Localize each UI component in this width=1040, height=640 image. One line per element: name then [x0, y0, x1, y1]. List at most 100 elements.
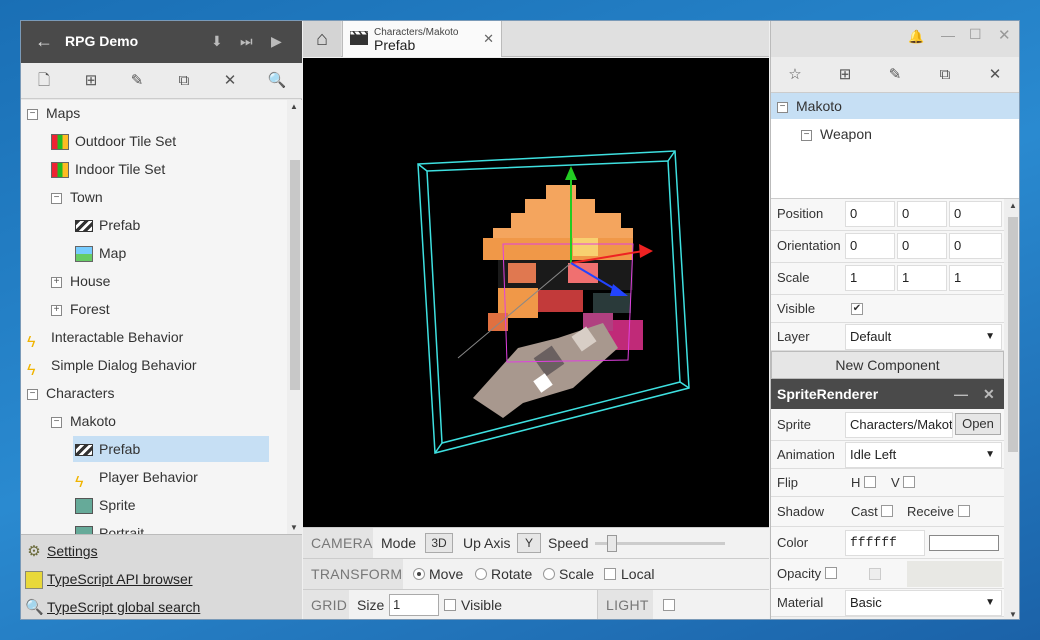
search-icon[interactable]: 🔍 — [267, 71, 287, 91]
speed-slider[interactable] — [595, 535, 725, 552]
camera-mode-button[interactable]: 3D — [425, 533, 453, 553]
rotate-radio[interactable]: Rotate — [475, 559, 532, 589]
tree-item[interactable]: − Town — [49, 184, 269, 210]
play-icon[interactable]: ▶ — [271, 33, 282, 50]
material-select[interactable]: Basic ▼ — [845, 590, 1002, 616]
collapse-icon[interactable]: − — [801, 129, 812, 141]
tree-item[interactable]: Portrait — [73, 520, 269, 534]
close-window-icon[interactable]: ✕ — [998, 26, 1011, 44]
flip-h-box[interactable] — [864, 476, 877, 488]
duplicate-icon[interactable]: ⧉ — [174, 71, 194, 91]
tree-item[interactable]: Indoor Tile Set — [49, 156, 269, 182]
orientation-x-input[interactable]: 0 — [845, 233, 895, 259]
tree-item[interactable]: ϟ Interactable Behavior — [25, 324, 269, 351]
new-folder-icon[interactable]: ⊞ — [81, 71, 101, 91]
tree-item[interactable]: ϟ Player Behavior — [73, 464, 269, 491]
animation-select[interactable]: Idle Left ▼ — [845, 442, 1002, 468]
tree-item[interactable]: Outdoor Tile Set — [49, 128, 269, 154]
scrollbar-thumb[interactable] — [1008, 217, 1018, 452]
grid-visible-box[interactable] — [444, 599, 456, 611]
tree-item[interactable]: + Forest — [49, 296, 269, 322]
scale-radio[interactable]: Scale — [543, 559, 594, 589]
open-sprite-button[interactable]: Open — [955, 413, 1001, 435]
scene-viewport[interactable] — [303, 58, 769, 527]
tree-item[interactable]: + House — [49, 268, 269, 294]
tree-item[interactable]: ϟ Simple Dialog Behavior — [25, 352, 269, 379]
expand-icon[interactable]: + — [51, 304, 62, 316]
asset-tree-scrollbar[interactable]: ▲ ▼ — [287, 100, 302, 534]
scale-x-input[interactable]: 1 — [845, 265, 895, 291]
local-checkbox-box[interactable] — [604, 568, 616, 580]
tree-item[interactable]: − Characters — [25, 380, 269, 406]
close-tab-icon[interactable]: ✕ — [483, 31, 494, 47]
remove-component-icon[interactable]: ✕ — [983, 379, 995, 409]
tree-item[interactable]: Prefab — [73, 436, 269, 462]
bell-icon[interactable]: 🔔 — [908, 29, 924, 45]
color-swatch[interactable] — [929, 535, 999, 551]
expand-icon[interactable]: + — [51, 276, 62, 288]
scale-y-input[interactable]: 1 — [897, 265, 947, 291]
delete-actor-icon[interactable]: ✕ — [985, 65, 1005, 85]
tab-prefab[interactable]: Characters/Makoto Prefab ✕ — [342, 21, 502, 57]
collapse-component-icon[interactable]: — — [954, 379, 968, 409]
settings-link[interactable]: ⚙ Settings — [25, 537, 97, 565]
collapse-icon[interactable]: − — [27, 388, 38, 400]
minimize-icon[interactable]: — — [941, 27, 955, 43]
receive-checkbox[interactable]: Receive — [907, 497, 975, 527]
move-radio[interactable]: Move — [413, 559, 463, 589]
scene-node-makoto[interactable]: − Makoto — [771, 93, 1019, 119]
collapse-icon[interactable]: − — [51, 192, 62, 204]
cast-box[interactable] — [881, 505, 894, 517]
rotate-radio-button[interactable] — [475, 568, 487, 580]
scene-node-weapon[interactable]: − Weapon — [771, 121, 1019, 147]
scale-radio-button[interactable] — [543, 568, 555, 580]
step-play-icon[interactable]: ⏭ — [240, 33, 253, 50]
add-child-icon[interactable]: ⊞ — [835, 65, 855, 85]
flip-h-checkbox[interactable]: H — [851, 469, 881, 497]
move-radio-button[interactable] — [413, 568, 425, 580]
tree-item[interactable]: − Makoto — [49, 408, 269, 434]
sprite-path-input[interactable]: Characters/Makoto — [845, 412, 953, 438]
tree-item[interactable]: Prefab — [73, 212, 269, 238]
maximize-icon[interactable]: ☐ — [969, 26, 982, 43]
collapse-icon[interactable]: − — [777, 101, 788, 113]
position-x-input[interactable]: 0 — [845, 201, 895, 227]
api-browser-link[interactable]: TypeScript API browser — [25, 565, 193, 593]
layer-select[interactable]: Default ▼ — [845, 324, 1002, 350]
light-checkbox[interactable] — [663, 590, 680, 619]
grid-visible-checkbox[interactable]: Visible — [444, 590, 502, 619]
grid-size-input[interactable]: 1 — [389, 594, 439, 616]
cast-checkbox[interactable]: Cast — [851, 497, 898, 527]
collapse-icon[interactable]: − — [27, 108, 38, 120]
tree-item[interactable]: Map — [73, 240, 269, 266]
global-search-link[interactable]: 🔍 TypeScript global search — [25, 593, 200, 619]
new-asset-icon[interactable]: 🗋 — [34, 71, 54, 91]
rename-icon[interactable]: ✎ — [127, 71, 147, 91]
download-icon[interactable]: ⬇ — [211, 33, 223, 50]
speed-slider-thumb[interactable] — [607, 535, 617, 552]
add-actor-icon[interactable]: ☆ — [785, 65, 805, 85]
new-component-button[interactable]: New Component — [771, 351, 1004, 379]
orientation-y-input[interactable]: 0 — [897, 233, 947, 259]
receive-box[interactable] — [957, 505, 970, 517]
flip-v-box[interactable] — [903, 476, 916, 488]
rename-actor-icon[interactable]: ✎ — [885, 65, 905, 85]
position-z-input[interactable]: 0 — [949, 201, 1002, 227]
opacity-checkbox[interactable] — [824, 567, 837, 579]
color-hex-input[interactable]: ffffff — [845, 530, 925, 556]
flip-v-checkbox[interactable]: V — [891, 469, 920, 497]
up-axis-button[interactable]: Y — [517, 533, 541, 553]
light-box[interactable] — [663, 599, 675, 611]
back-arrow-icon[interactable]: ← — [35, 31, 53, 52]
scale-z-input[interactable]: 1 — [949, 265, 1002, 291]
orientation-z-input[interactable]: 0 — [949, 233, 1002, 259]
position-y-input[interactable]: 0 — [897, 201, 947, 227]
duplicate-actor-icon[interactable]: ⧉ — [935, 65, 955, 85]
scrollbar-thumb[interactable] — [290, 160, 300, 390]
delete-icon[interactable]: ✕ — [220, 71, 240, 91]
home-tab-button[interactable]: ⌂ — [303, 21, 341, 57]
collapse-icon[interactable]: − — [51, 416, 62, 428]
tree-item[interactable]: − Maps — [25, 100, 269, 126]
inspector-scrollbar[interactable]: ▲ ▼ — [1004, 199, 1019, 619]
local-checkbox[interactable]: Local — [604, 559, 654, 589]
